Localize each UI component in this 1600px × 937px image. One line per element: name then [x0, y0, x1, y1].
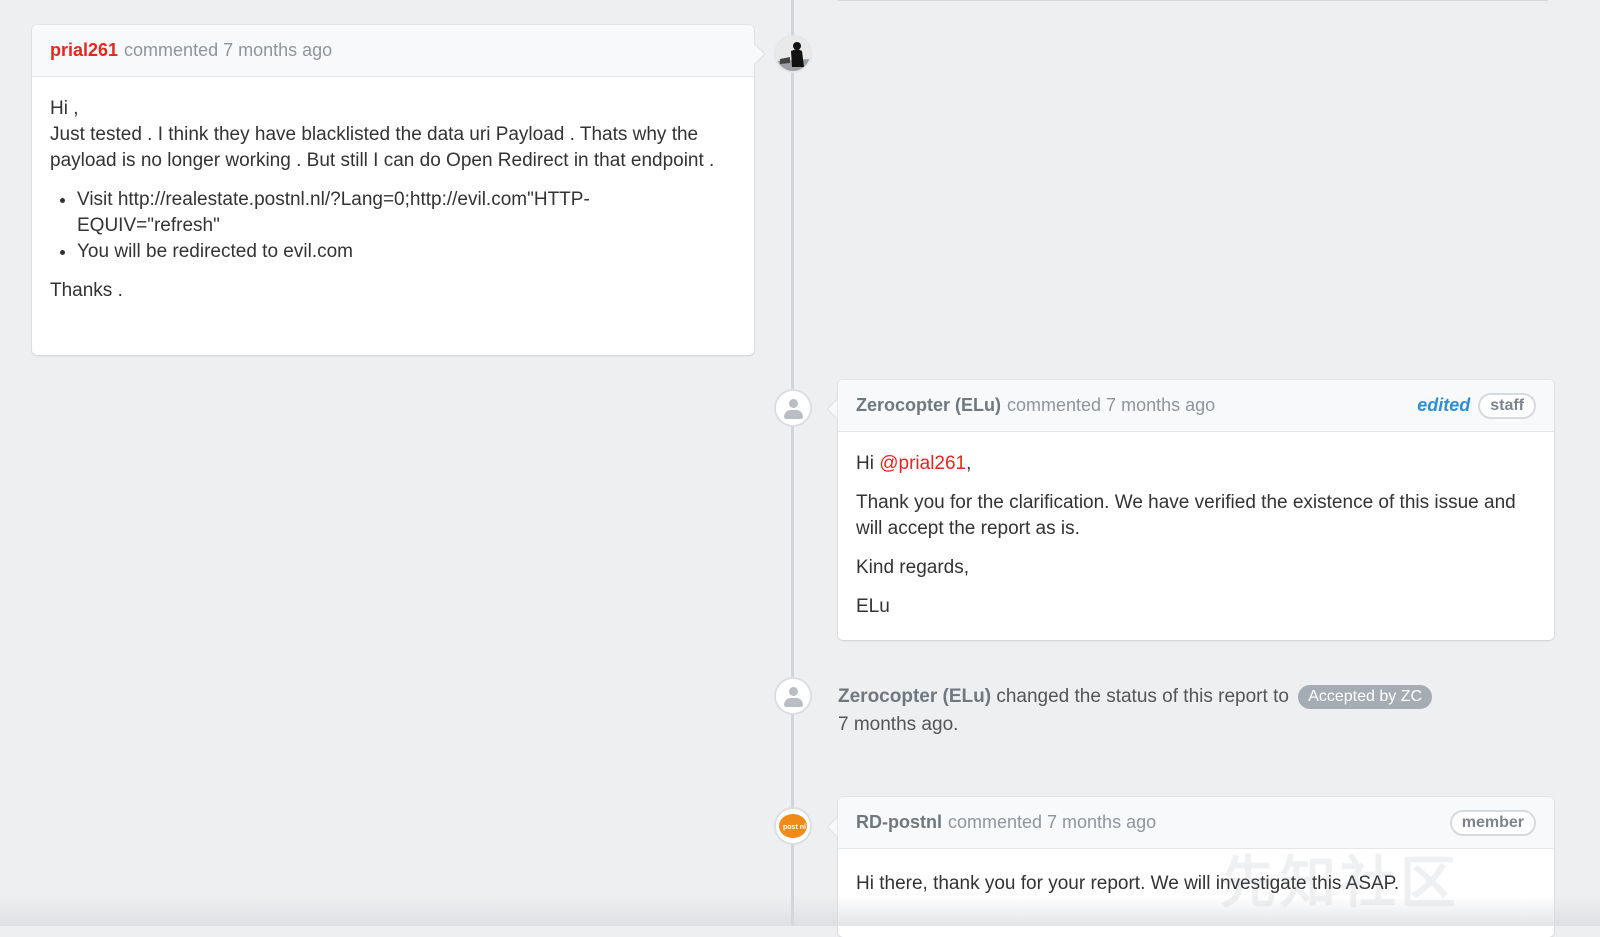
avatar-zerocopter[interactable] — [774, 389, 812, 427]
comment-body: Hi , Just tested . I think they have bla… — [32, 77, 754, 324]
comment-closing: Thanks . — [50, 280, 123, 301]
avatar-body-shape — [784, 698, 803, 707]
avatar-head-shape — [789, 399, 798, 408]
comment-card-zerocopter: Zerocopter (ELu) commented 7 months ago … — [838, 380, 1554, 640]
comment-author-link[interactable]: Zerocopter (ELu) — [856, 395, 1001, 416]
comment-regards: Kind regards, — [856, 557, 970, 578]
status-author-link[interactable]: Zerocopter (ELu) — [838, 686, 991, 707]
comment-author-link[interactable]: RD-postnl — [856, 812, 942, 833]
avatar-body-shape — [784, 410, 803, 419]
comment-greeting: Hi @prial261, — [856, 451, 1536, 477]
comment-signature: ELu — [856, 596, 890, 617]
comment-meta: commented 7 months ago — [947, 812, 1157, 832]
avatar-photo-icon — [776, 37, 810, 71]
greeting-suffix: , — [966, 453, 972, 474]
list-item: You will be redirected to evil.com — [77, 239, 736, 265]
avatar-rd-postnl[interactable]: post nl — [774, 807, 812, 845]
comment-header: Zerocopter (ELu) commented 7 months ago … — [838, 380, 1554, 432]
postnl-logo-text: post nl — [783, 824, 806, 831]
postnl-logo-icon: post nl — [776, 809, 810, 843]
top-divider — [838, 0, 1548, 1]
comment-header: RD-postnl commented 7 months ago member — [838, 797, 1554, 849]
avatar-zerocopter-status[interactable] — [774, 677, 812, 715]
comment-meta: commented 7 months ago — [124, 40, 333, 60]
avatar-head-shape — [789, 687, 798, 696]
timeline-line — [791, 0, 794, 926]
greeting-prefix: Hi — [856, 453, 880, 474]
comment-meta: commented 7 months ago — [1007, 395, 1216, 415]
status-change-time: 7 months ago. — [838, 714, 959, 735]
comment-paragraph: Just tested . I think they have blacklis… — [50, 124, 715, 171]
comment-header: prial261 commented 7 months ago — [32, 25, 754, 77]
status-change-text: changed the status of this report to — [996, 686, 1289, 707]
comment-greeting: Hi , — [50, 98, 79, 119]
comment-paragraph: Hi there, thank you for your report. We … — [856, 873, 1400, 894]
list-item: Visit http://realestate.postnl.nl/?Lang=… — [77, 187, 736, 239]
role-badge-member: member — [1449, 809, 1536, 836]
bottom-fade — [0, 896, 1600, 926]
comment-bullet-list: Visit http://realestate.postnl.nl/?Lang=… — [50, 187, 736, 265]
comment-body: Hi @prial261, Thank you for the clarific… — [838, 432, 1554, 640]
mention-link[interactable]: @prial261 — [879, 453, 966, 474]
comment-author-link[interactable]: prial261 — [50, 40, 118, 61]
status-badge: Accepted by ZC — [1298, 685, 1433, 709]
comment-paragraph: Thank you for the clarification. We have… — [856, 492, 1516, 539]
avatar-prial261[interactable] — [774, 35, 812, 73]
comment-card-prial261: prial261 commented 7 months ago Hi , Jus… — [32, 25, 754, 355]
edited-link[interactable]: edited — [1417, 395, 1470, 416]
role-badge-staff: staff — [1478, 392, 1536, 419]
status-change-event: Zerocopter (ELu) changed the status of t… — [838, 683, 1538, 739]
